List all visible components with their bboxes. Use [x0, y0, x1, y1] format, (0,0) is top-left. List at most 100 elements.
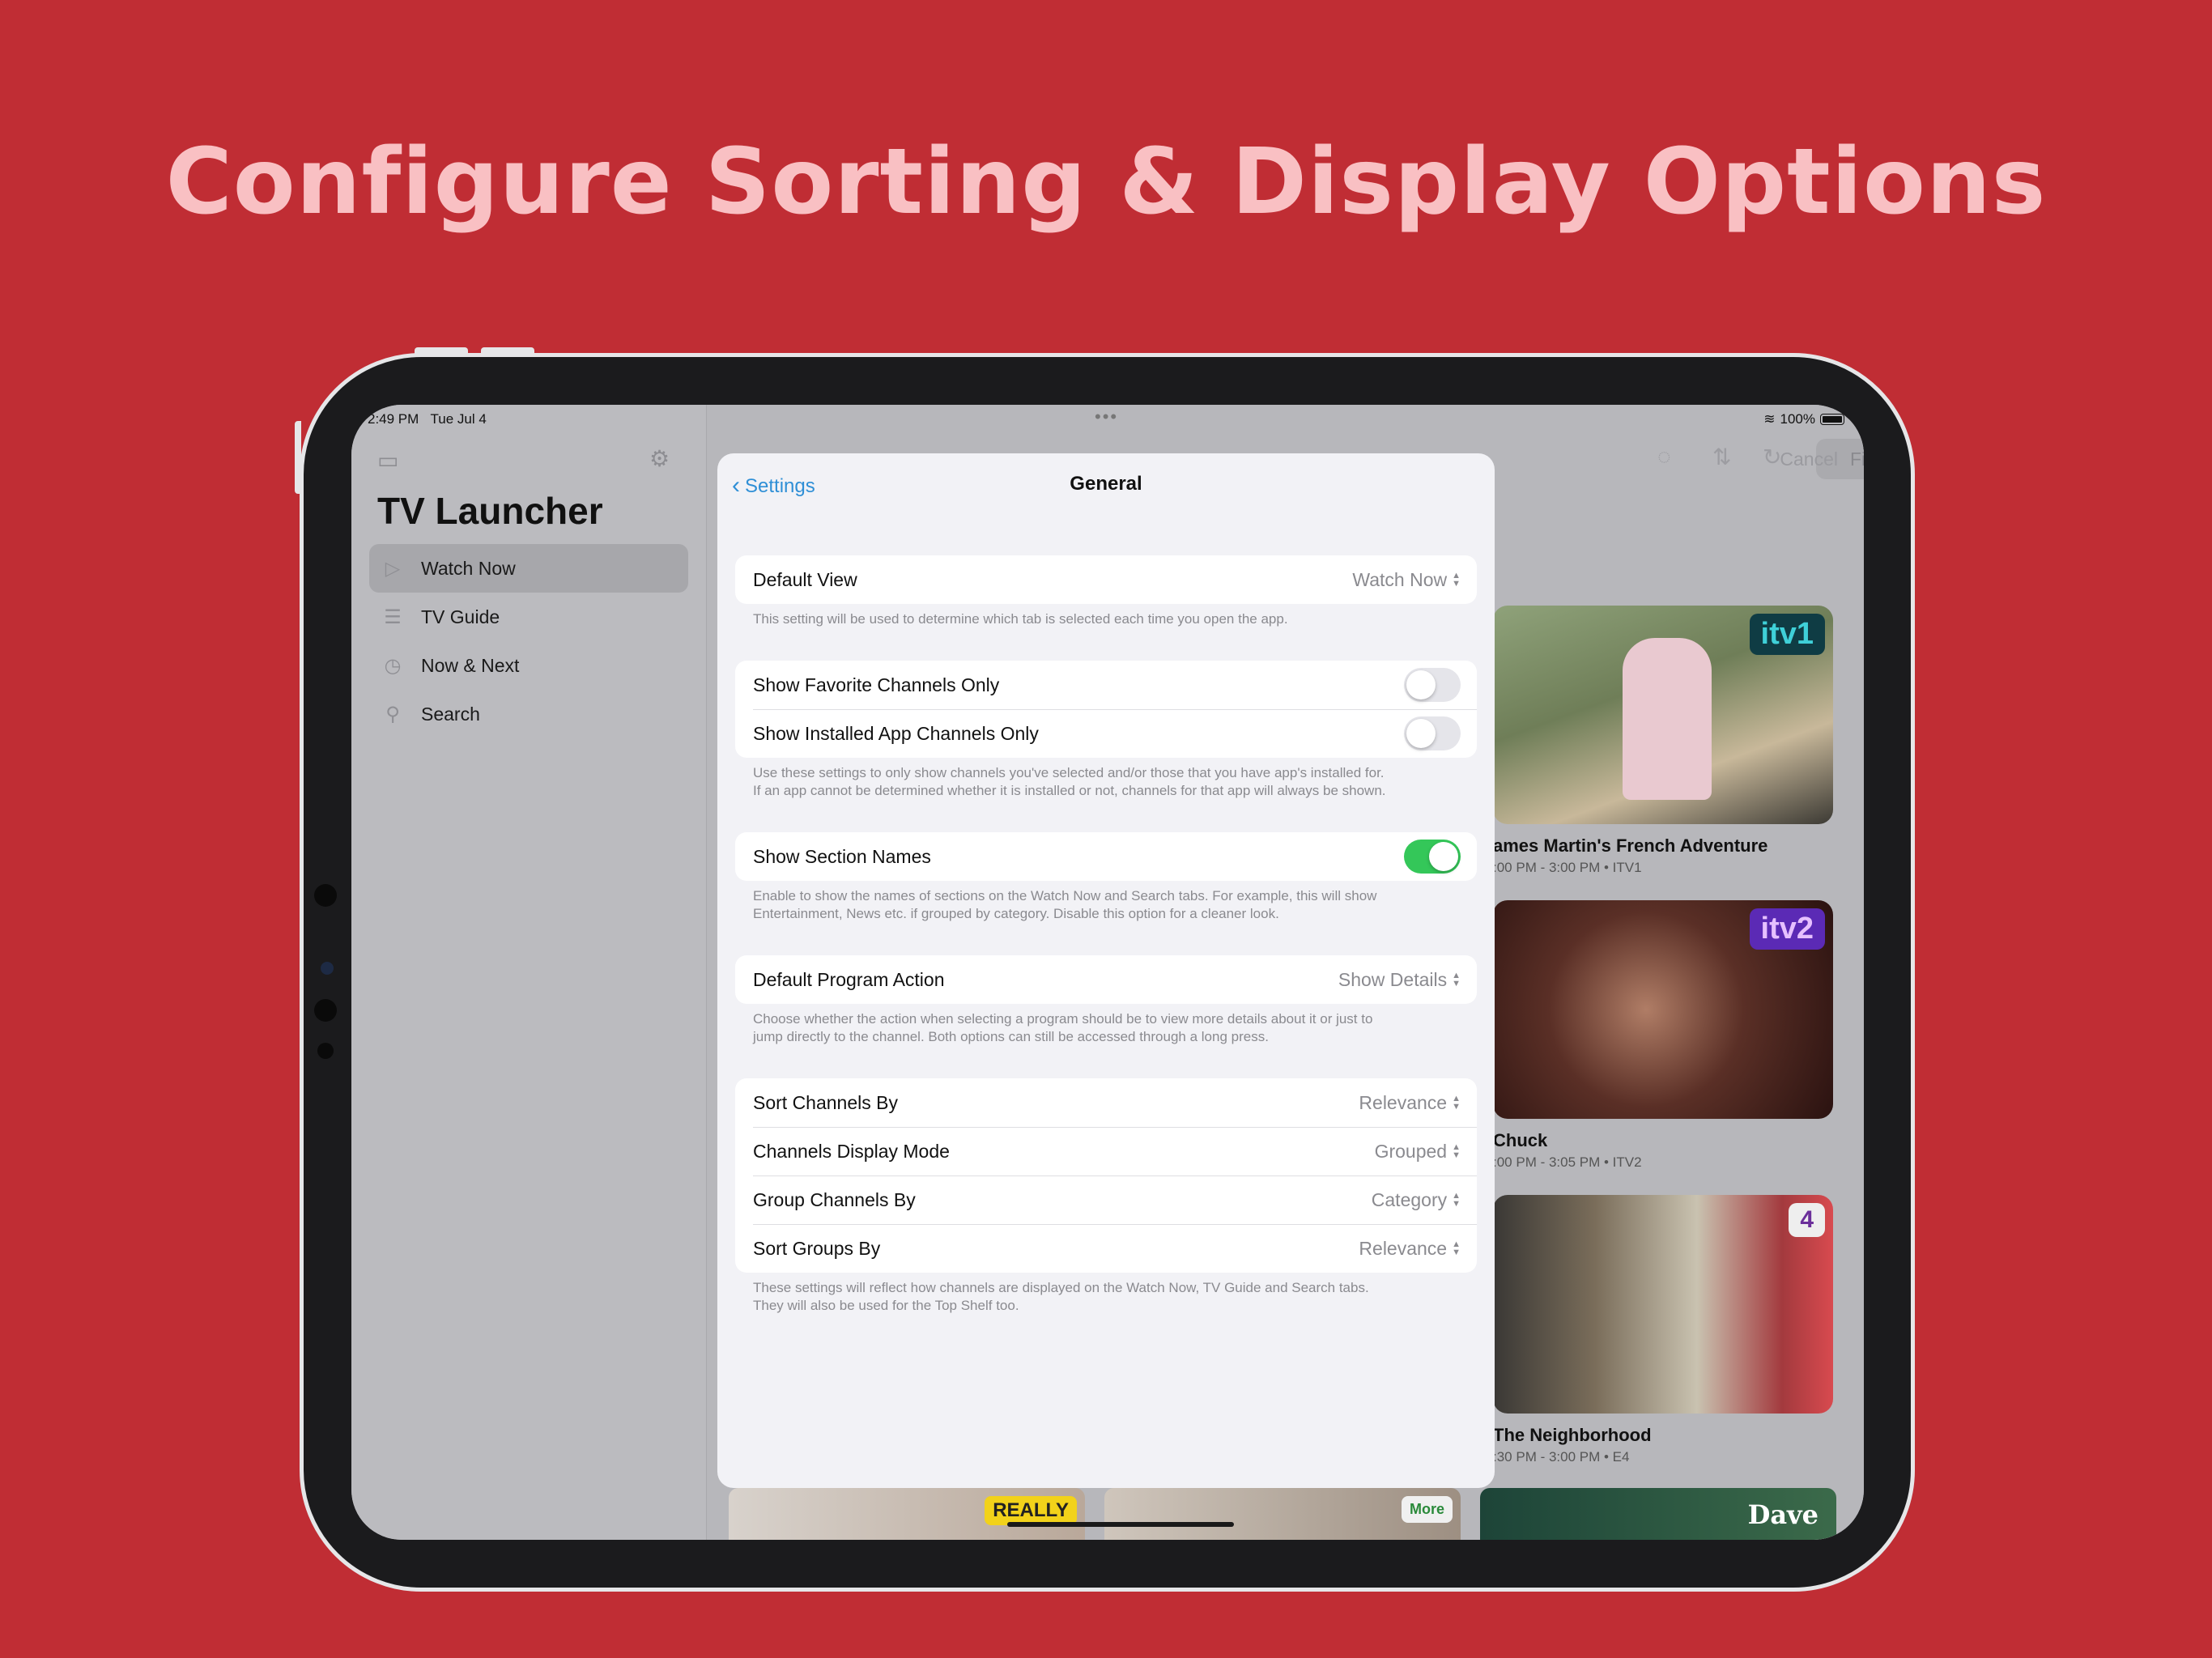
default-view-group: Default View Watch Now ▲ ▼ — [735, 555, 1477, 604]
row-value: Category ▲ ▼ — [1371, 1188, 1461, 1210]
up-down-chevron-icon: ▲ ▼ — [1452, 1142, 1461, 1160]
play-circle-icon: ▷ — [385, 557, 401, 580]
up-down-chevron-icon: ▲ ▼ — [1452, 1094, 1461, 1112]
section-footer: This setting will be used to determine w… — [753, 611, 1288, 627]
sidebar: ▭ ⚙ TV Launcher ▷ Watch Now ☰ TV Guide ◷… — [351, 405, 707, 1540]
sidebar-item-search[interactable]: ⚲ Search — [369, 690, 688, 738]
wifi-icon: ≋ — [1763, 411, 1776, 427]
row-label: Default Program Action — [753, 968, 945, 990]
clock-icon: ◷ — [384, 654, 402, 677]
really-logo: REALLY — [985, 1496, 1077, 1525]
up-down-chevron-icon: ▲ ▼ — [1452, 1191, 1461, 1209]
itv2-logo: itv2 — [1749, 908, 1825, 950]
camera-dot — [314, 999, 337, 1022]
sidebar-item-tv-guide[interactable]: ☰ TV Guide — [369, 593, 688, 641]
row-value: Show Details ▲ ▼ — [1338, 968, 1461, 990]
multitasking-dots-icon[interactable]: ••• — [1095, 406, 1118, 427]
settings-gear-icon[interactable]: ⚙ — [649, 445, 670, 472]
row-value: Relevance ▲ ▼ — [1359, 1237, 1461, 1259]
row-label: Sort Channels By — [753, 1091, 898, 1113]
program-card[interactable]: Dave — [1480, 1488, 1836, 1540]
sort-groups-row[interactable]: Sort Groups By Relevance ▲ ▼ — [735, 1224, 1477, 1273]
section-footer: These settings will reflect how channels… — [753, 1280, 1369, 1313]
show-installed-row: Show Installed App Channels Only — [735, 709, 1477, 758]
show-favorites-toggle[interactable] — [1404, 668, 1461, 702]
row-label: Channels Display Mode — [753, 1140, 950, 1162]
up-down-chevron-icon: ▲ ▼ — [1452, 571, 1461, 589]
status-time: 2:49 PM Tue Jul 4 — [368, 411, 487, 427]
e4-logo: 4 — [1789, 1203, 1825, 1237]
screen: ▭ ⚙ TV Launcher ▷ Watch Now ☰ TV Guide ◷… — [351, 405, 1864, 1540]
itv1-logo: itv1 — [1749, 614, 1825, 655]
toolbar-icon[interactable]: ◌ — [1657, 444, 1671, 470]
group-channels-row[interactable]: Group Channels By Category ▲ ▼ — [735, 1175, 1477, 1224]
show-favorites-row: Show Favorite Channels Only — [735, 661, 1477, 709]
section-footer: Choose whether the action when selecting… — [753, 1011, 1373, 1044]
guide-icon: ☰ — [384, 606, 402, 628]
refresh-icon[interactable]: ↻ — [1763, 444, 1781, 470]
status-right: ≋ 100% — [1763, 411, 1844, 427]
sidebar-item-label: Search — [421, 703, 480, 725]
row-label: Sort Groups By — [753, 1237, 881, 1259]
program-thumbnail: itv1 — [1493, 606, 1833, 824]
toggle-knob — [1406, 719, 1436, 748]
section-footer: Enable to show the names of sections on … — [753, 888, 1377, 921]
app-title: TV Launcher — [377, 490, 603, 532]
up-down-chevron-icon: ▲ ▼ — [1452, 1239, 1461, 1257]
program-card[interactable]: More — [1104, 1488, 1461, 1540]
display-mode-row[interactable]: Channels Display Mode Grouped ▲ ▼ — [735, 1127, 1477, 1175]
cancel-button[interactable]: Cancel — [1780, 449, 1838, 470]
row-label: Show Favorite Channels Only — [753, 674, 1000, 695]
toggle-knob — [1406, 670, 1436, 699]
headline: Configure Sorting & Display Options — [165, 130, 2047, 235]
program-card[interactable]: 4 — [1493, 1195, 1833, 1414]
sort-channels-row[interactable]: Sort Channels By Relevance ▲ ▼ — [735, 1078, 1477, 1127]
sidebar-item-now-next[interactable]: ◷ Now & Next — [369, 641, 688, 690]
sidebar-toggle-icon[interactable]: ▭ — [377, 447, 398, 474]
program-subtitle: :00 PM - 3:05 PM • ITV2 — [1493, 1154, 1642, 1170]
home-indicator — [1007, 1522, 1234, 1527]
program-card[interactable]: itv1 — [1493, 606, 1833, 824]
modal-title: General — [1070, 473, 1142, 495]
search-icon: ⚲ — [385, 703, 400, 725]
sort-icon[interactable]: ⇅ — [1712, 444, 1731, 470]
modal-header: ‹ Settings General — [717, 453, 1495, 515]
row-label: Default View — [753, 568, 857, 590]
toggle-knob — [1429, 842, 1458, 871]
battery-icon — [1820, 414, 1844, 425]
thumbnail-figure — [1623, 638, 1712, 800]
program-subtitle: :00 PM - 3:00 PM • ITV1 — [1493, 860, 1642, 875]
row-label: Show Installed App Channels Only — [753, 722, 1039, 744]
sidebar-nav: ▷ Watch Now ☰ TV Guide ◷ Now & Next ⚲ Se… — [369, 544, 688, 738]
show-section-names-row: Show Section Names — [735, 832, 1477, 881]
sidebar-item-label: TV Guide — [421, 606, 500, 627]
camera-dot — [314, 884, 337, 907]
sidebar-item-watch-now[interactable]: ▷ Watch Now — [369, 544, 688, 593]
channel-filter-group: Show Favorite Channels Only Show Install… — [735, 661, 1477, 758]
default-action-row[interactable]: Default Program Action Show Details ▲ ▼ — [735, 955, 1477, 1004]
up-down-chevron-icon: ▲ ▼ — [1452, 971, 1461, 988]
section-names-group: Show Section Names — [735, 832, 1477, 881]
default-action-group: Default Program Action Show Details ▲ ▼ — [735, 955, 1477, 1004]
show-section-names-toggle[interactable] — [1404, 840, 1461, 874]
default-view-row[interactable]: Default View Watch Now ▲ ▼ — [735, 555, 1477, 604]
more4-logo: More — [1401, 1496, 1453, 1523]
show-installed-toggle[interactable] — [1404, 716, 1461, 750]
program-card[interactable]: itv2 — [1493, 900, 1833, 1119]
sorting-group: Sort Channels By Relevance ▲ ▼ Channels Di… — [735, 1078, 1477, 1273]
battery-percent: 100% — [1780, 411, 1815, 427]
row-value: Grouped ▲ ▼ — [1374, 1140, 1461, 1162]
row-value: Relevance ▲ ▼ — [1359, 1091, 1461, 1113]
row-label: Group Channels By — [753, 1188, 916, 1210]
sidebar-item-label: Now & Next — [421, 654, 520, 676]
settings-modal: ‹ Settings General Default View Watch Now… — [717, 453, 1495, 1488]
program-card[interactable]: REALLY — [729, 1488, 1085, 1540]
program-thumbnail: itv2 — [1493, 900, 1833, 1119]
program-thumbnail: 4 — [1493, 1195, 1833, 1414]
camera-dot — [317, 1043, 334, 1059]
program-title: ames Martin's French Adventure — [1493, 835, 1768, 856]
section-footer: Use these settings to only show channels… — [753, 765, 1386, 798]
dave-logo: Dave — [1747, 1499, 1819, 1530]
status-bar: 2:49 PM Tue Jul 4 ••• ≋ 100% — [351, 405, 1864, 434]
row-label: Show Section Names — [753, 845, 931, 867]
